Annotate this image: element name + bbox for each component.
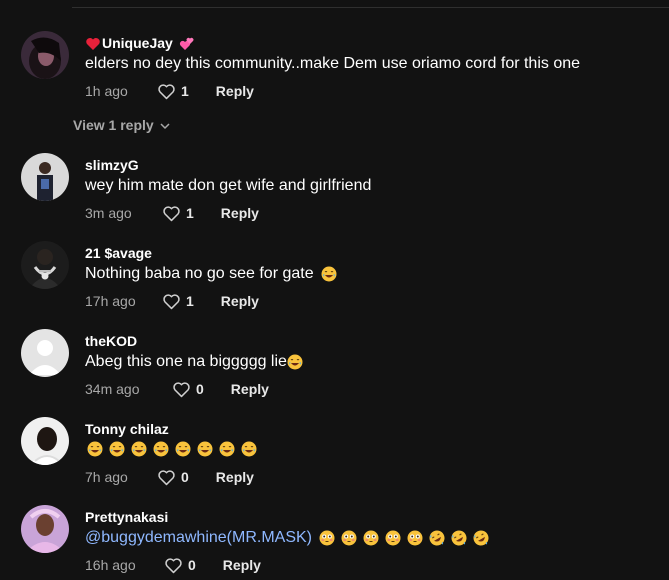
comment-item: UniqueJay elders no dey this community..… <box>0 0 669 140</box>
flushed-face-icon <box>385 530 401 546</box>
comment-username[interactable]: theKOD <box>85 333 137 349</box>
comment-item: Tonny chilaz 7h ago 0 Reply <box>0 404 669 492</box>
comment-meta: 17h ago 1 Reply <box>85 291 259 311</box>
comment-text: Abeg this one na biggggg lie <box>85 353 303 371</box>
comment-meta: 3m ago 1 Reply <box>85 203 259 223</box>
rofl-face-icon <box>429 530 445 546</box>
comment-item: slimzyG wey him mate don get wife and gi… <box>0 140 669 228</box>
avatar[interactable] <box>21 31 69 79</box>
comment-username[interactable]: UniqueJay <box>85 35 194 51</box>
reply-button[interactable]: Reply <box>231 381 269 397</box>
laughing-face-icon <box>287 354 303 370</box>
comment-time: 3m ago <box>85 205 132 221</box>
like-button[interactable]: 0 <box>164 557 196 574</box>
heart-outline-icon <box>157 83 176 100</box>
comment-text: Nothing baba no go see for gate <box>85 265 337 283</box>
comment-text <box>85 441 257 457</box>
avatar[interactable] <box>21 329 69 377</box>
comment-meta: 16h ago 0 Reply <box>85 555 261 575</box>
laughing-face-icon <box>197 441 213 457</box>
rofl-face-icon <box>473 530 489 546</box>
laughing-face-icon <box>321 266 337 282</box>
laughing-face-icon <box>219 441 235 457</box>
like-count: 0 <box>181 469 189 485</box>
comment-time: 17h ago <box>85 293 136 309</box>
avatar[interactable] <box>21 241 69 289</box>
reply-button[interactable]: Reply <box>221 293 259 309</box>
reply-button[interactable]: Reply <box>216 469 254 485</box>
view-replies-label: View 1 reply <box>73 117 154 133</box>
like-count: 0 <box>196 381 204 397</box>
like-button[interactable]: 1 <box>162 293 194 310</box>
chevron-down-icon <box>160 117 170 133</box>
flushed-face-icon <box>407 530 423 546</box>
two-hearts-icon <box>179 36 194 51</box>
comment-text: elders no dey this community..make Dem u… <box>85 55 581 72</box>
heart-outline-icon <box>157 469 176 486</box>
comment-username[interactable]: 21 $avage <box>85 245 152 261</box>
flushed-face-icon <box>341 530 357 546</box>
like-count: 1 <box>186 205 194 221</box>
comment-meta: 1h ago 1 Reply <box>85 81 254 101</box>
comment-time: 16h ago <box>85 557 136 573</box>
comment-text: wey him mate don get wife and girlfriend <box>85 177 372 194</box>
comment-time: 7h ago <box>85 469 128 485</box>
username-text: UniqueJay <box>102 35 173 51</box>
comment-username[interactable]: slimzyG <box>85 157 139 173</box>
like-button[interactable]: 0 <box>172 381 204 398</box>
reply-button[interactable]: Reply <box>221 205 259 221</box>
comment-time: 34m ago <box>85 381 140 397</box>
laughing-face-icon <box>87 441 103 457</box>
avatar[interactable] <box>21 417 69 465</box>
laughing-face-icon <box>175 441 191 457</box>
like-count: 1 <box>181 83 189 99</box>
heart-outline-icon <box>164 557 183 574</box>
mention-link[interactable]: @buggydemawhine(MR.MASK) <box>85 529 312 547</box>
rofl-face-icon <box>451 530 467 546</box>
comment-item: theKOD Abeg this one na biggggg lie 34m … <box>0 316 669 404</box>
laughing-face-icon <box>241 441 257 457</box>
comment-meta: 7h ago 0 Reply <box>85 467 254 487</box>
avatar[interactable] <box>21 153 69 201</box>
comment-text-content: Nothing baba no go see for gate <box>85 265 314 282</box>
reply-button[interactable]: Reply <box>216 83 254 99</box>
heart-outline-icon <box>162 205 181 222</box>
comment-username[interactable]: Tonny chilaz <box>85 421 169 437</box>
like-button[interactable]: 1 <box>157 83 189 100</box>
comment-item: 21 $avage Nothing baba no go see for gat… <box>0 228 669 316</box>
flushed-face-icon <box>363 530 379 546</box>
like-button[interactable]: 0 <box>157 469 189 486</box>
comment-username[interactable]: Prettynakasi <box>85 509 168 525</box>
laughing-face-icon <box>153 441 169 457</box>
laughing-face-icon <box>109 441 125 457</box>
comment-text: @buggydemawhine(MR.MASK) <box>85 529 489 547</box>
comment-item: Prettynakasi @buggydemawhine(MR.MASK) 16… <box>0 492 669 580</box>
comment-text-content: Abeg this one na biggggg lie <box>85 353 287 370</box>
laughing-face-icon <box>131 441 147 457</box>
red-heart-icon <box>85 36 100 50</box>
comment-meta: 34m ago 0 Reply <box>85 379 269 399</box>
like-count: 0 <box>188 557 196 573</box>
reply-button[interactable]: Reply <box>223 557 261 573</box>
like-button[interactable]: 1 <box>162 205 194 222</box>
flushed-face-icon <box>319 530 335 546</box>
heart-outline-icon <box>162 293 181 310</box>
like-count: 1 <box>186 293 194 309</box>
comment-time: 1h ago <box>85 83 128 99</box>
avatar[interactable] <box>21 505 69 553</box>
heart-outline-icon <box>172 381 191 398</box>
view-replies-button[interactable]: View 1 reply <box>73 117 170 133</box>
